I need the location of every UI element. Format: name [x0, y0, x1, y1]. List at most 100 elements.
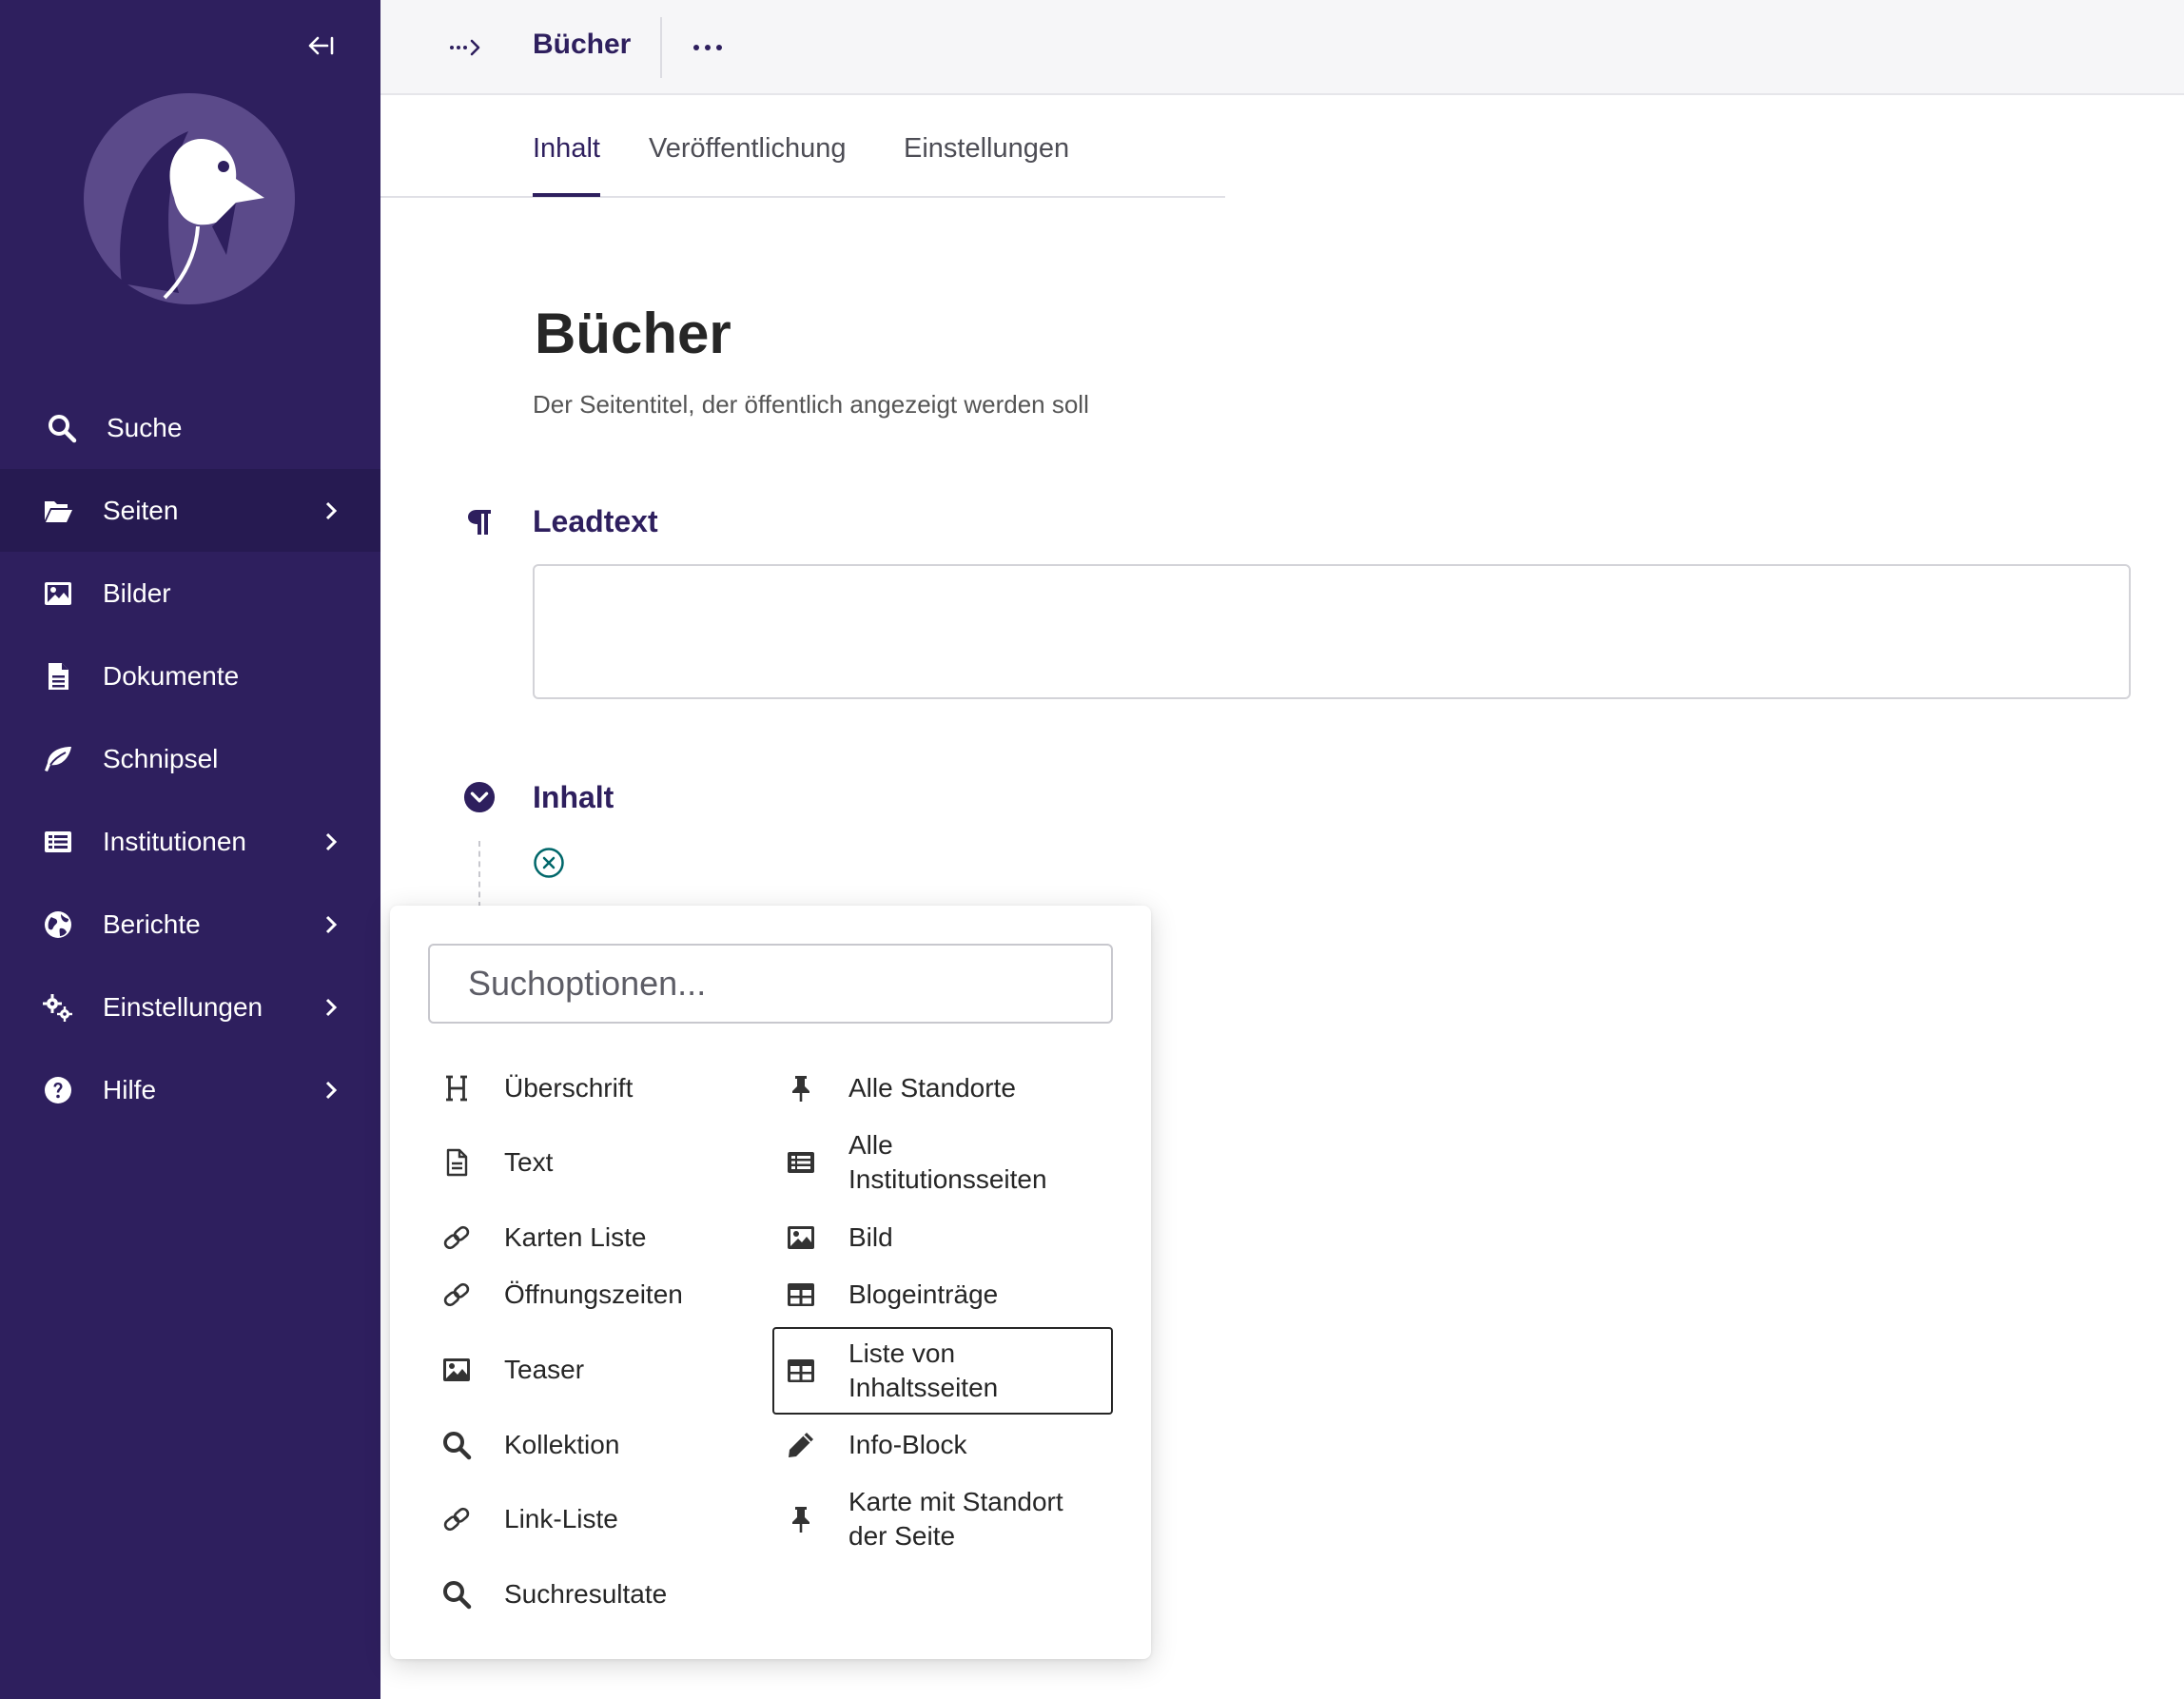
chevron-right-icon	[320, 913, 342, 936]
chevron-right-icon	[320, 1079, 342, 1102]
title-help-text: Der Seitentitel, der öffentlich angezeig…	[533, 390, 1089, 419]
sidebar-item-label: Suche	[107, 412, 183, 442]
option-liste-von-inhaltsseiten[interactable]: Liste von Inhaltsseiten	[772, 1327, 1113, 1415]
dot-icon	[716, 45, 722, 50]
block-chooser: Überschrift Text Karten Liste Öffnungsze…	[390, 906, 1151, 1659]
option-label: Kollektion	[504, 1430, 620, 1459]
sidebar-item-suche[interactable]: Suche	[0, 386, 380, 469]
folder-open-icon	[40, 493, 76, 529]
option-teaser[interactable]: Teaser	[438, 1351, 584, 1389]
stream-line	[478, 841, 480, 908]
cogs-icon	[40, 989, 76, 1025]
option-ueberschrift[interactable]: Überschrift	[438, 1069, 633, 1107]
sidebar-item-label: Berichte	[103, 908, 201, 939]
search-icon	[438, 1575, 476, 1613]
help-icon	[40, 1072, 76, 1108]
tab-veroeffentlichung[interactable]: Veröffentlichung	[649, 133, 846, 193]
sidebar-item-schnipsel[interactable]: Schnipsel	[0, 717, 380, 800]
sidebar-item-label: Bilder	[103, 577, 171, 608]
table-icon	[782, 1352, 820, 1390]
content-label: Inhalt	[533, 780, 614, 814]
bird-logo-icon	[84, 93, 295, 304]
collapse-sidebar-button[interactable]	[297, 27, 342, 65]
pin-icon	[782, 1500, 820, 1538]
breadcrumb-current-page[interactable]: Bücher	[533, 29, 631, 61]
list-icon	[40, 824, 76, 860]
option-label: Alle Institutionsseiten	[848, 1130, 1047, 1194]
tab-inhalt[interactable]: Inhalt	[533, 133, 600, 197]
more-actions-button[interactable]	[687, 27, 729, 68]
sidebar-item-label: Einstellungen	[103, 991, 263, 1022]
chooser-search-input[interactable]	[428, 944, 1113, 1024]
sidebar: Suche Seiten Bilder Dokumente Schnipsel …	[0, 0, 380, 1699]
wagtail-logo[interactable]	[84, 93, 295, 304]
collapse-section-icon[interactable]	[462, 780, 497, 814]
option-suchresultate[interactable]: Suchresultate	[438, 1575, 667, 1613]
option-text[interactable]: Text	[438, 1143, 553, 1181]
snippet-icon	[40, 741, 76, 777]
sidebar-item-label: Institutionen	[103, 826, 246, 856]
sidebar-item-bilder[interactable]: Bilder	[0, 552, 380, 635]
page-header: Bücher	[380, 0, 2184, 95]
main-menu: Suche Seiten Bilder Dokumente Schnipsel …	[0, 386, 380, 1131]
sidebar-item-seiten[interactable]: Seiten	[0, 469, 380, 552]
option-label: Überschrift	[504, 1073, 634, 1103]
option-label: Link-Liste	[504, 1504, 618, 1533]
option-karte-mit-standort[interactable]: Karte mit Standort der Seite	[782, 1481, 1067, 1557]
collapse-arrow-icon	[308, 36, 334, 55]
image-icon	[40, 576, 76, 612]
pilcrow-icon	[462, 504, 497, 538]
pencil-icon	[782, 1426, 820, 1464]
option-link-liste[interactable]: Link-Liste	[438, 1500, 618, 1538]
heading-icon	[438, 1069, 476, 1107]
option-label: Karte mit Standort der Seite	[848, 1487, 1063, 1551]
dot-icon	[705, 45, 711, 50]
option-label: Suchresultate	[504, 1579, 668, 1609]
sidebar-item-dokumente[interactable]: Dokumente	[0, 635, 380, 717]
sidebar-item-einstellungen[interactable]: Einstellungen	[0, 966, 380, 1048]
sidebar-item-label: Schnipsel	[103, 743, 219, 773]
option-label: Blogeinträge	[848, 1279, 999, 1309]
image-icon	[782, 1219, 820, 1257]
option-oeffnungszeiten[interactable]: Öffnungszeiten	[438, 1276, 683, 1314]
close-circle-icon	[534, 848, 564, 878]
doc-outline-icon	[438, 1143, 476, 1181]
link-icon	[438, 1219, 476, 1257]
option-alle-standorte[interactable]: Alle Standorte	[782, 1069, 1016, 1107]
sidebar-item-berichte[interactable]: Berichte	[0, 883, 380, 966]
sidebar-item-hilfe[interactable]: Hilfe	[0, 1048, 380, 1131]
option-label: Info-Block	[848, 1430, 967, 1459]
chevron-right-icon	[320, 996, 342, 1019]
tab-bar: Inhalt Veröffentlichung Einstellungen	[380, 95, 1225, 198]
option-alle-institutionsseiten[interactable]: Alle Institutionsseiten	[782, 1124, 1067, 1201]
image-icon	[438, 1351, 476, 1389]
link-icon	[438, 1276, 476, 1314]
option-karten-liste[interactable]: Karten Liste	[438, 1219, 646, 1257]
option-label: Liste von Inhaltsseiten	[848, 1338, 999, 1402]
option-bild[interactable]: Bild	[782, 1219, 893, 1257]
search-icon	[44, 410, 80, 446]
leadtext-label: Leadtext	[533, 504, 658, 538]
sidebar-item-label: Hilfe	[103, 1074, 157, 1104]
pin-icon	[782, 1069, 820, 1107]
option-blogeintraege[interactable]: Blogeinträge	[782, 1276, 998, 1314]
breadcrumb-toggle-button[interactable]	[447, 29, 485, 67]
breadcrumb-arrow-icon	[450, 39, 480, 56]
search-icon	[438, 1426, 476, 1464]
link-icon	[438, 1500, 476, 1538]
close-chooser-button[interactable]	[533, 847, 565, 879]
option-info-block[interactable]: Info-Block	[782, 1426, 967, 1464]
leadtext-input[interactable]	[533, 564, 2131, 699]
globe-icon	[40, 907, 76, 943]
tab-einstellungen[interactable]: Einstellungen	[904, 133, 1069, 193]
page-title[interactable]: Bücher	[535, 301, 731, 366]
chevron-right-icon	[320, 499, 342, 522]
option-kollektion[interactable]: Kollektion	[438, 1426, 619, 1464]
dot-icon	[693, 45, 699, 50]
table-icon	[782, 1276, 820, 1314]
sidebar-item-label: Dokumente	[103, 660, 240, 691]
sidebar-item-institutionen[interactable]: Institutionen	[0, 800, 380, 883]
sidebar-item-label: Seiten	[103, 495, 179, 525]
header-divider	[660, 17, 662, 78]
list-icon	[782, 1143, 820, 1181]
